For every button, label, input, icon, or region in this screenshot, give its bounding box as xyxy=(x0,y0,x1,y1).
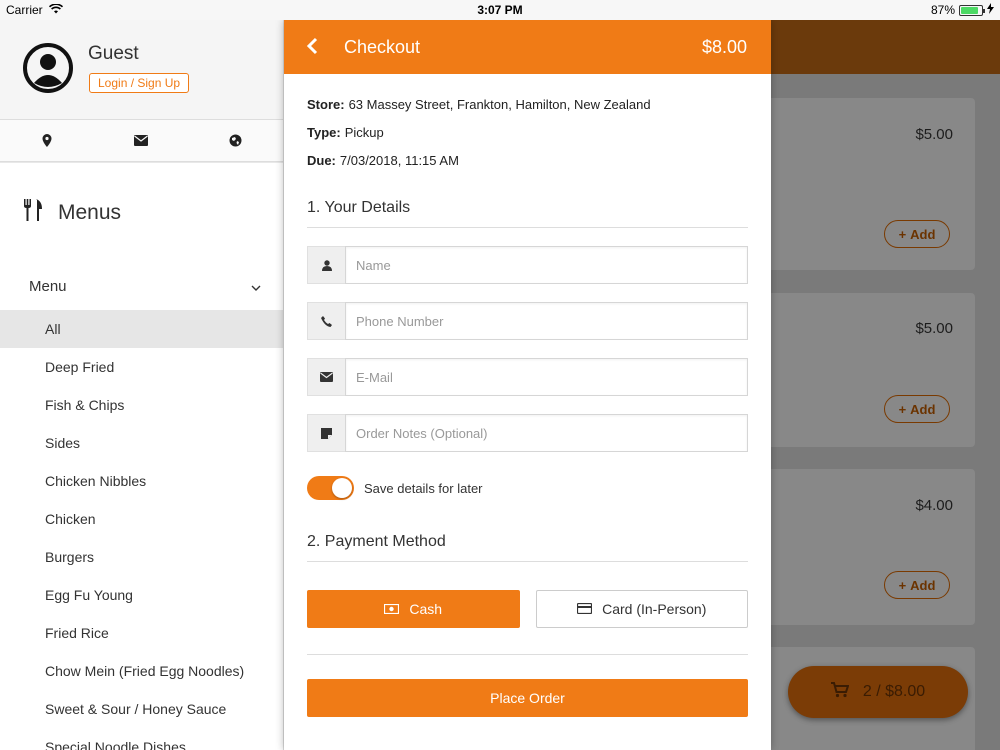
checkout-panel: Checkout $8.00 Store: 63 Massey Street, … xyxy=(284,20,771,750)
cart-button[interactable]: 2 / $8.00 xyxy=(788,666,968,718)
add-button[interactable]: + Add xyxy=(884,220,950,248)
menu-item-deep-fried[interactable]: Deep Fried xyxy=(0,348,283,386)
email-input[interactable] xyxy=(345,358,748,396)
checkout-title: Checkout xyxy=(344,37,421,57)
sidebar: Guest Login / Sign Up Menus Menu All Dee… xyxy=(0,20,284,750)
menu-item-egg-fu-young[interactable]: Egg Fu Young xyxy=(0,576,283,614)
name-input[interactable] xyxy=(345,246,748,284)
battery-percent: 87% xyxy=(930,3,955,17)
menu-item-fried-rice[interactable]: Fried Rice xyxy=(0,614,283,652)
email-field-group xyxy=(307,358,748,396)
name-field-group xyxy=(307,246,748,284)
note-icon xyxy=(307,414,345,452)
save-details-row: Save details for later xyxy=(307,474,748,502)
cart-icon xyxy=(830,681,850,703)
globe-icon[interactable] xyxy=(189,120,283,161)
user-icon xyxy=(307,246,345,284)
checkout-total: $8.00 xyxy=(701,37,747,57)
menu-section-label: Menu xyxy=(29,278,67,295)
menus-header: Menus xyxy=(0,162,283,262)
cart-summary: 2 / $8.00 xyxy=(862,683,926,700)
background-header xyxy=(770,20,1000,74)
user-name: Guest xyxy=(88,43,139,64)
menu-category-list: All Deep Fried Fish & Chips Sides Chicke… xyxy=(0,310,283,750)
store-info: Store: 63 Massey Street, Frankton, Hamil… xyxy=(307,90,748,118)
menu-item-all[interactable]: All xyxy=(0,310,283,348)
checkout-body: Store: 63 Massey Street, Frankton, Hamil… xyxy=(284,74,771,717)
location-icon[interactable] xyxy=(0,120,94,161)
envelope-icon xyxy=(307,358,345,396)
phone-input[interactable] xyxy=(345,302,748,340)
details-section-title: 1. Your Details xyxy=(307,188,748,228)
type-value: Pickup xyxy=(344,124,384,140)
place-order-button[interactable]: Place Order xyxy=(307,679,748,717)
menu-item-special-noodle[interactable]: Special Noodle Dishes xyxy=(0,728,283,750)
menu-item-burgers[interactable]: Burgers xyxy=(0,538,283,576)
menu-item-fish-chips[interactable]: Fish & Chips xyxy=(0,386,283,424)
phone-icon xyxy=(307,302,345,340)
menu-section-toggle[interactable]: Menu xyxy=(0,262,283,310)
background-menu: $5.00 + Add $5.00 + Add $4.00 + Add 2 / $8.… xyxy=(770,20,1000,750)
payment-options: Cash Card (In-Person) xyxy=(307,590,748,628)
save-details-toggle[interactable] xyxy=(307,476,354,500)
cutlery-icon xyxy=(23,199,43,226)
card-payment-button[interactable]: Card (In-Person) xyxy=(535,590,748,628)
order-notes-input[interactable] xyxy=(345,414,748,452)
credit-card-icon xyxy=(577,601,593,617)
mail-icon[interactable] xyxy=(94,120,188,161)
status-bar: Carrier 3:07 PM 87% xyxy=(0,0,1000,20)
add-label: Add xyxy=(910,577,936,593)
due-label: Due: xyxy=(307,152,336,168)
plus-icon: + xyxy=(898,226,907,242)
product-price: $5.00 xyxy=(915,126,953,143)
save-details-label: Save details for later xyxy=(364,480,483,496)
back-chevron-icon[interactable] xyxy=(306,37,318,60)
product-card: $5.00 + Add xyxy=(770,98,975,270)
payment-section-title: 2. Payment Method xyxy=(307,522,748,562)
type-info: Type: Pickup xyxy=(307,118,748,146)
due-info: Due: 7/03/2018, 11:15 AM xyxy=(307,146,748,174)
plus-icon: + xyxy=(898,401,907,417)
cash-payment-button[interactable]: Cash xyxy=(307,590,520,628)
product-price: $5.00 xyxy=(915,320,953,337)
due-value: 7/03/2018, 11:15 AM xyxy=(339,152,459,168)
battery-icon xyxy=(959,4,985,16)
menu-item-sweet-sour[interactable]: Sweet & Sour / Honey Sauce xyxy=(0,690,283,728)
add-label: Add xyxy=(910,226,936,242)
notes-field-group xyxy=(307,414,748,452)
login-signup-button[interactable]: Login / Sign Up xyxy=(89,73,190,93)
menu-item-chicken[interactable]: Chicken xyxy=(0,500,283,538)
menu-item-chicken-nibbles[interactable]: Chicken Nibbles xyxy=(0,462,283,500)
avatar-icon[interactable] xyxy=(23,43,73,93)
money-icon xyxy=(384,601,400,617)
plus-icon: + xyxy=(898,577,907,593)
chevron-down-icon xyxy=(251,279,261,297)
menus-title: Menus xyxy=(58,201,122,224)
profile-section: Guest Login / Sign Up xyxy=(0,20,283,120)
contact-icons xyxy=(0,120,283,162)
store-label: Store: xyxy=(307,96,345,112)
clock: 3:07 PM xyxy=(477,3,523,17)
add-label: Add xyxy=(910,401,936,417)
phone-field-group xyxy=(307,302,748,340)
card-label: Card (In-Person) xyxy=(602,601,707,617)
store-value: 63 Massey Street, Frankton, Hamilton, Ne… xyxy=(348,96,651,112)
product-card: $4.00 + Add xyxy=(770,469,975,625)
menu-item-chow-mein[interactable]: Chow Mein (Fried Egg Noodles) xyxy=(0,652,283,690)
add-button[interactable]: + Add xyxy=(884,571,950,599)
cash-label: Cash xyxy=(409,601,443,617)
checkout-header: Checkout $8.00 xyxy=(284,20,771,74)
charging-icon xyxy=(987,3,994,17)
add-button[interactable]: + Add xyxy=(884,395,950,423)
menu-item-sides[interactable]: Sides xyxy=(0,424,283,462)
product-price: $4.00 xyxy=(915,497,953,514)
product-card: $5.00 + Add xyxy=(770,293,975,447)
divider xyxy=(307,654,748,655)
type-label: Type: xyxy=(307,124,341,140)
